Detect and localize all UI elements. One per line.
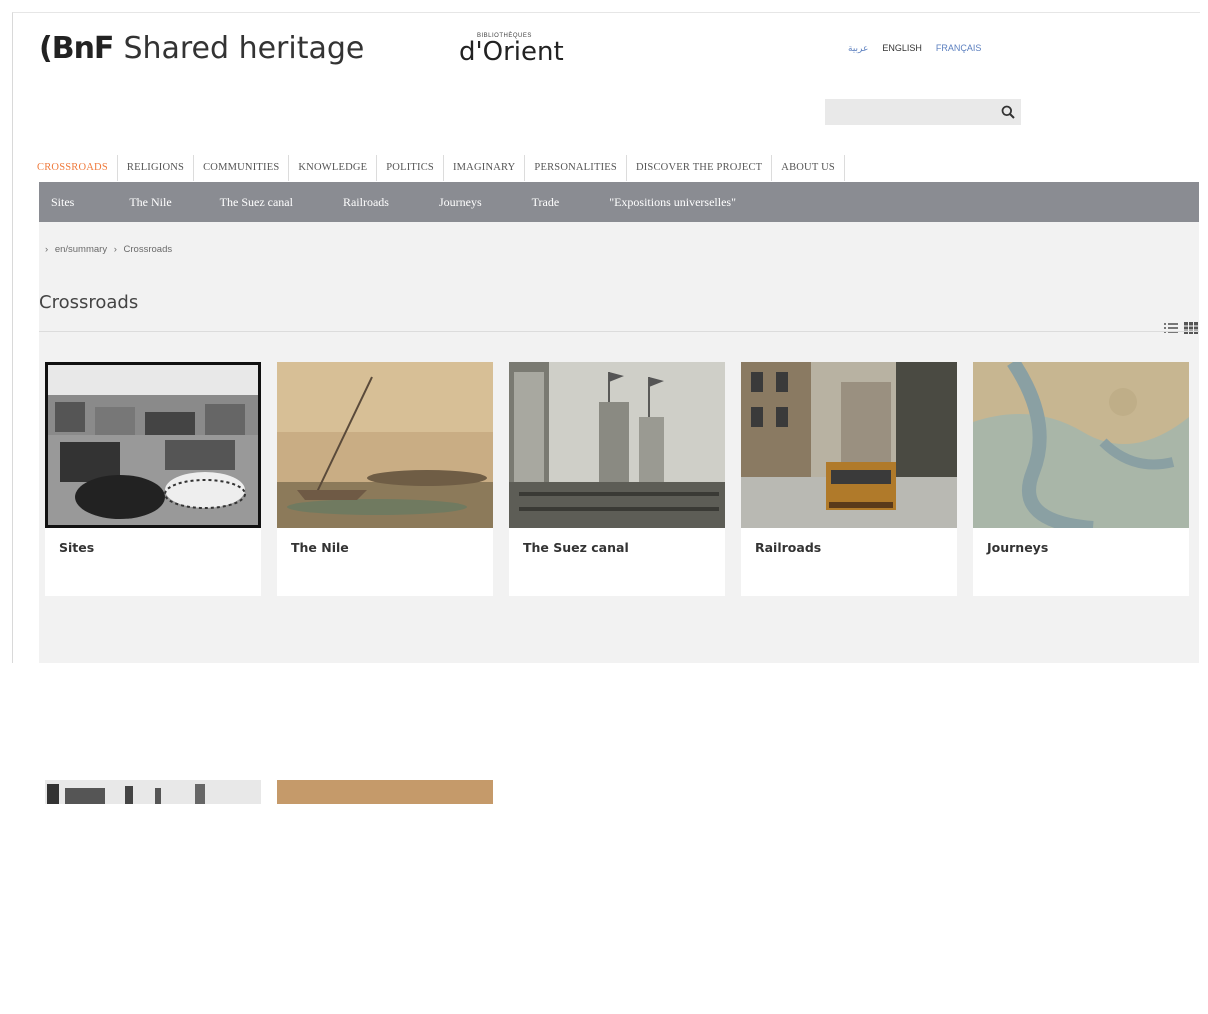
nav-religions[interactable]: RELIGIONS [118,155,194,181]
card-image-the-suez-canal [509,362,725,528]
nav-knowledge[interactable]: KNOWLEDGE [289,155,377,181]
card-label: The Nile [291,540,349,555]
nav-personalities[interactable]: PERSONALITIES [525,155,627,181]
partner-logo-name: d'Orient [459,39,564,65]
view-toggle [1163,320,1199,336]
subnav-railroads[interactable]: Railroads [343,195,389,210]
card-label: The Suez canal [523,540,629,555]
lang-french[interactable]: FRANÇAIS [936,43,982,54]
list-view-icon[interactable] [1163,320,1179,336]
card-label: Journeys [987,540,1048,555]
bnf-logo[interactable]: (BnF Shared heritage [39,31,364,66]
card-image-sites [45,362,261,528]
card-label: Railroads [755,540,821,555]
breadcrumb: › en/summary › Crossroads [45,244,176,255]
subnav-journeys[interactable]: Journeys [439,195,482,210]
card-label: Sites [59,540,94,555]
breadcrumb-separator: › [114,244,117,255]
search-input[interactable] [825,99,1001,125]
page-title: Crossroads [39,292,138,313]
main-content: › en/summary › Crossroads Crossroads [39,222,1199,663]
subnav-expositions-universelles[interactable]: "Expositions universelles" [609,195,736,210]
lang-arabic[interactable]: عربية [848,43,868,54]
card-image-partial [277,780,493,804]
breadcrumb-current: Crossroads [124,244,173,255]
subnav-sites[interactable]: Sites [51,195,74,210]
subnav-the-suez-canal[interactable]: The Suez canal [220,195,293,210]
card-image-railroads [741,362,957,528]
subnav-the-nile[interactable]: The Nile [129,195,171,210]
nav-imaginary[interactable]: IMAGINARY [444,155,525,181]
card-image-journeys [973,362,1189,528]
breadcrumb-separator: › [45,244,48,255]
nav-crossroads[interactable]: CROSSROADS [37,155,118,181]
site-title: Shared heritage [123,31,364,66]
main-navigation: CROSSROADS RELIGIONS COMMUNITIES KNOWLED… [37,155,845,181]
subnav-trade[interactable]: Trade [532,195,560,210]
nav-about-us[interactable]: ABOUT US [772,155,845,181]
nav-communities[interactable]: COMMUNITIES [194,155,289,181]
bnf-logo-mark: (BnF [39,31,113,66]
search-icon [1001,105,1015,119]
card-partial-row2-second[interactable] [277,780,493,1014]
sub-navigation: Sites The Nile The Suez canal Railroads … [39,182,1199,222]
nav-discover-the-project[interactable]: DISCOVER THE PROJECT [627,155,772,181]
card-journeys[interactable]: Journeys [973,362,1189,596]
bibliotheques-dorient-logo[interactable]: BIBLIOTHÈQUES d'Orient [459,33,564,65]
breadcrumb-link[interactable]: en/summary [55,244,107,255]
nav-politics[interactable]: POLITICS [377,155,444,181]
page-frame: (BnF Shared heritage BIBLIOTHÈQUES d'Ori… [12,12,1200,663]
card-the-nile[interactable]: The Nile [277,362,493,596]
grid-view-icon[interactable] [1183,320,1199,336]
language-switcher: عربية ENGLISH FRANÇAIS [848,43,981,54]
card-image-the-nile [277,362,493,528]
card-the-suez-canal[interactable]: The Suez canal [509,362,725,596]
card-image-partial [45,780,261,804]
card-sites[interactable]: Sites [45,362,261,596]
search-button[interactable] [995,99,1021,125]
card-partial-row2-first[interactable] [45,780,261,1014]
title-divider [39,331,1199,332]
card-railroads[interactable]: Railroads [741,362,957,596]
lang-english[interactable]: ENGLISH [882,43,922,54]
search-box [825,99,1021,125]
